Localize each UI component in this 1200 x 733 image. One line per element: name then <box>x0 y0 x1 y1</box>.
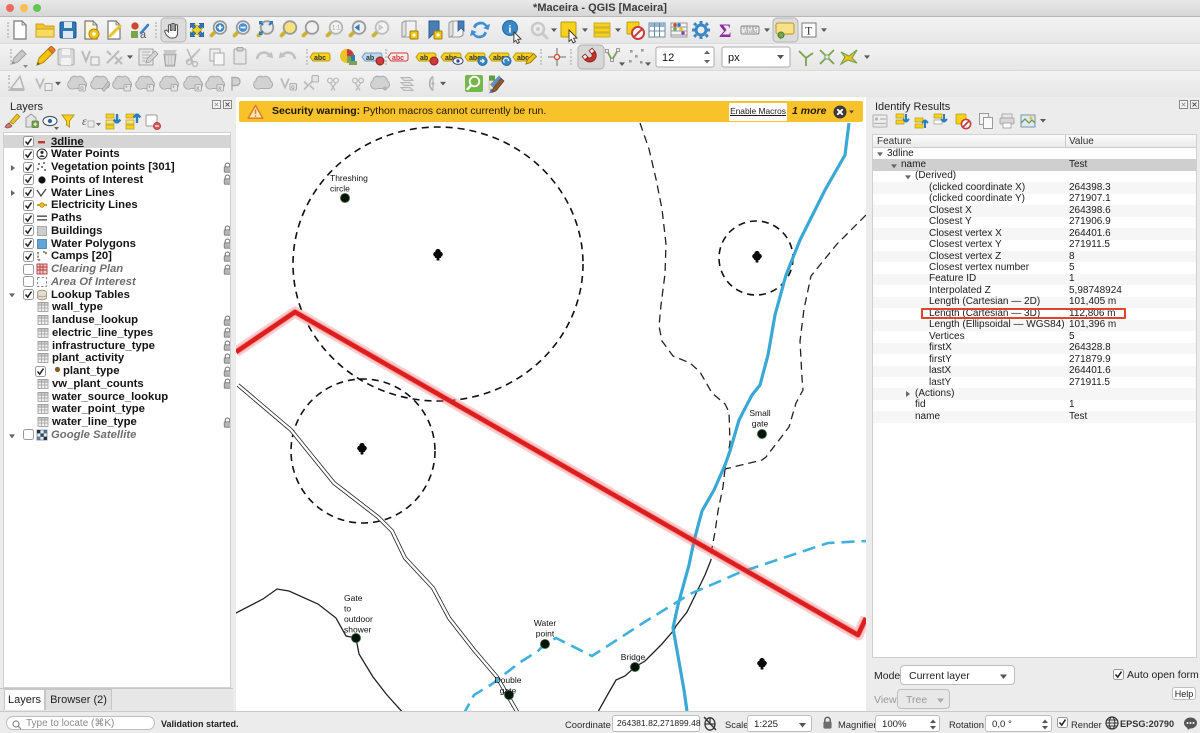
svg-text:Bridge: Bridge <box>621 652 646 662</box>
svg-text:circle: circle <box>330 184 350 194</box>
svg-text:Threshing: Threshing <box>330 173 368 183</box>
svg-text:12: 12 <box>662 52 674 64</box>
svg-text:abc: abc <box>314 55 326 62</box>
svg-text:outdoor: outdoor <box>344 614 373 624</box>
svg-text:point: point <box>536 629 555 639</box>
svg-text:i: i <box>508 24 511 36</box>
svg-text:to: to <box>344 604 351 614</box>
svg-text:Gate: Gate <box>344 593 363 603</box>
svg-text:141592: 141592 <box>744 29 758 34</box>
svg-text:x: x <box>196 86 199 92</box>
svg-text:gate: gate <box>500 686 517 696</box>
svg-text:ab: ab <box>366 55 374 62</box>
svg-text:px: px <box>728 52 740 64</box>
svg-text:gate: gate <box>752 419 769 429</box>
svg-text:T: T <box>805 24 813 38</box>
svg-text:ab: ab <box>420 55 428 62</box>
svg-text:Σ: Σ <box>719 21 731 42</box>
svg-text:Small: Small <box>749 408 770 418</box>
svg-text:Double: Double <box>495 675 522 685</box>
svg-text:shower: shower <box>344 625 372 635</box>
svg-text:x: x <box>218 86 221 92</box>
svg-text:1:1: 1:1 <box>332 26 341 32</box>
svg-text:abc: abc <box>392 55 404 62</box>
svg-text:Water: Water <box>534 618 557 628</box>
svg-text:ε: ε <box>82 114 87 128</box>
